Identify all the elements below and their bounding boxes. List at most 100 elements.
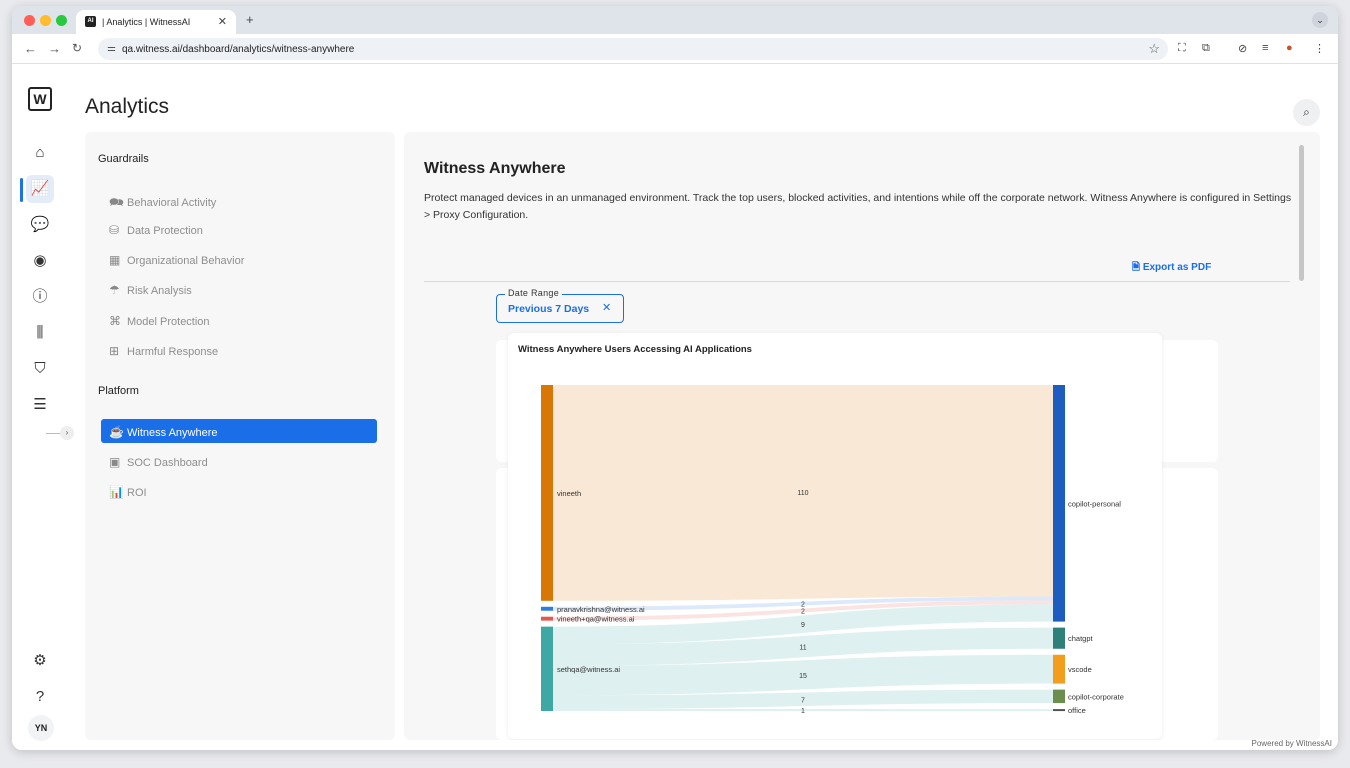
umbrella-icon: ☂ [109, 283, 120, 297]
chat-bubbles-icon: 🗪 [109, 195, 124, 209]
maximize-window-button[interactable] [56, 15, 67, 26]
new-tab-icon[interactable]: + [246, 12, 254, 27]
browser-tab[interactable]: AI | Analytics | WitnessAI ✕ [76, 10, 236, 34]
network-icon: ⌘ [109, 314, 121, 328]
witness-logo[interactable]: W [28, 87, 52, 111]
source-node [541, 385, 553, 601]
search-icon[interactable]: ⌕ [1293, 99, 1320, 126]
database-icon: ⛁ [109, 223, 120, 237]
main-content: Witness Anywhere Protect managed devices… [404, 132, 1320, 740]
nav-data-protection[interactable]: ⛁ Data Protection [109, 223, 203, 237]
close-window-button[interactable] [24, 15, 35, 26]
site-info-icon[interactable]: ⚌ [107, 43, 116, 54]
nav-roi[interactable]: 📊 ROI [109, 485, 147, 499]
settings-gear-icon[interactable]: ⚙ [26, 647, 54, 675]
nav-model-protection[interactable]: ⌘ Model Protection [109, 314, 210, 328]
library-icon[interactable]: ⫼ [26, 319, 54, 347]
copilot-icon[interactable]: ⊘ [1238, 42, 1247, 55]
extensions-icon[interactable]: ⧉ [1202, 42, 1210, 55]
minimize-window-button[interactable] [40, 15, 51, 26]
forward-icon[interactable]: → [48, 41, 61, 56]
bookmark-star-icon[interactable]: ☆ [1148, 41, 1160, 57]
tab-title: | Analytics | WitnessAI [102, 17, 191, 27]
alerts-icon[interactable]: ⓘ [26, 283, 54, 311]
date-range-label: Date Range [505, 288, 563, 298]
source-node-label: sethqa@witness.ai [557, 665, 620, 674]
reading-list-icon[interactable]: ≡ [1262, 42, 1268, 54]
clear-date-range-icon[interactable]: ✕ [602, 301, 611, 314]
policy-shield-icon[interactable]: ⛉ [26, 355, 54, 383]
target-node [1053, 709, 1065, 712]
source-node-label: pranavkrishna@witness.ai [557, 605, 645, 614]
reload-icon[interactable]: ↻ [72, 41, 82, 55]
date-range-filter[interactable]: Date Range Previous 7 Days ✕ [496, 288, 624, 323]
date-range-value: Previous 7 Days [508, 303, 590, 315]
header-divider [424, 281, 1290, 282]
users-icon[interactable]: ◉ [26, 247, 54, 275]
source-node [541, 606, 553, 611]
url-bar[interactable]: ⚌ qa.witness.ai/dashboard/analytics/witn… [98, 38, 1168, 60]
nav-harmful-response[interactable]: ⊞ Harmful Response [109, 344, 218, 358]
nav-soc-dashboard[interactable]: ▣ SOC Dashboard [109, 455, 208, 469]
building-icon: ▦ [109, 253, 121, 267]
browser-window: AI | Analytics | WitnessAI ✕ + ⌄ ← → ↻ ⚌… [12, 6, 1338, 750]
target-node-label: copilot-personal [1068, 499, 1121, 508]
expand-sidebar-icon[interactable]: › [60, 426, 74, 440]
profile-icon[interactable]: ● [1286, 42, 1293, 54]
help-icon[interactable]: ? [26, 683, 54, 711]
target-node-label: chatgpt [1068, 634, 1094, 643]
section-title: Witness Anywhere [424, 160, 566, 177]
source-node [541, 616, 553, 621]
browser-menu-icon[interactable]: ⋮ [1314, 42, 1325, 55]
nav-label: Behavioral Activity [127, 197, 217, 209]
link-value-label: 110 [797, 490, 808, 497]
screenshot-icon[interactable]: ⛶ [1178, 42, 1186, 55]
link-value-label: 11 [799, 645, 806, 652]
nav-organizational-behavior[interactable]: ▦ Organizational Behavior [109, 253, 244, 267]
nav-label: Harmful Response [127, 346, 219, 358]
platform-header: Platform [98, 385, 139, 397]
address-bar-row: ← → ↻ ⚌ qa.witness.ai/dashboard/analytic… [12, 34, 1338, 64]
conversations-icon[interactable]: 💬 [26, 211, 54, 239]
guardrails-header: Guardrails [98, 153, 149, 165]
list-icon[interactable]: ☰ [26, 391, 54, 419]
home-icon[interactable]: ⌂ [26, 139, 54, 167]
nav-label: Model Protection [127, 316, 210, 328]
source-node-label: vineeth [557, 489, 581, 498]
target-node-label: copilot-corporate [1068, 692, 1124, 701]
link-value-label: 7 [801, 697, 805, 704]
nav-behavioral-activity[interactable]: 🗪 Behavioral Activity [109, 193, 216, 214]
powered-by: Powered by WitnessAI [1251, 739, 1332, 748]
user-avatar[interactable]: YN [28, 715, 54, 741]
first-aid-icon: ⊞ [109, 344, 120, 358]
link-value-label: 1 [801, 708, 805, 715]
sankey-chart-card: Witness Anywhere Users Accessing AI Appl… [508, 333, 1162, 739]
target-node [1053, 385, 1065, 622]
link-value-label: 2 [801, 609, 805, 616]
export-pdf-button[interactable]: 🗎 Export as PDF [1132, 260, 1211, 277]
target-node-label: office [1068, 706, 1086, 715]
target-node [1053, 654, 1065, 684]
export-label: Export as PDF [1142, 262, 1212, 273]
chart-growth-icon: 📊 [109, 485, 124, 499]
tab-close-icon[interactable]: ✕ [218, 15, 227, 28]
nav-witness-anywhere[interactable]: ☕ Witness Anywhere [101, 419, 377, 443]
tab-favicon-icon: AI [85, 16, 96, 27]
nav-label: ROI [127, 487, 147, 499]
source-node [541, 626, 553, 711]
link-value-label: 15 [799, 673, 807, 680]
document-icon: 🗎 [1132, 262, 1143, 273]
target-node-label: vscode [1068, 665, 1092, 674]
target-node [1053, 689, 1065, 704]
tab-search-icon[interactable]: ⌄ [1312, 12, 1328, 28]
analytics-nav-panel: Guardrails 🗪 Behavioral Activity ⛁ Data Pr… [85, 132, 395, 740]
nav-risk-analysis[interactable]: ☂ Risk Analysis [109, 283, 192, 297]
nav-label: Data Protection [127, 225, 203, 237]
app-root: W ⌂ 📈 💬 ◉ ⓘ ⫼ ⛉ ☰ › ⚙ ? YN Analytics ⌕ G… [12, 65, 1338, 750]
icon-rail: W ⌂ 📈 💬 ◉ ⓘ ⫼ ⛉ ☰ › ⚙ ? YN [12, 65, 74, 750]
analytics-icon[interactable]: 📈 [26, 175, 54, 203]
active-indicator [20, 178, 23, 202]
page-scrollbar[interactable] [1299, 145, 1304, 281]
back-icon[interactable]: ← [24, 41, 37, 56]
link-value-label: 9 [801, 622, 805, 629]
